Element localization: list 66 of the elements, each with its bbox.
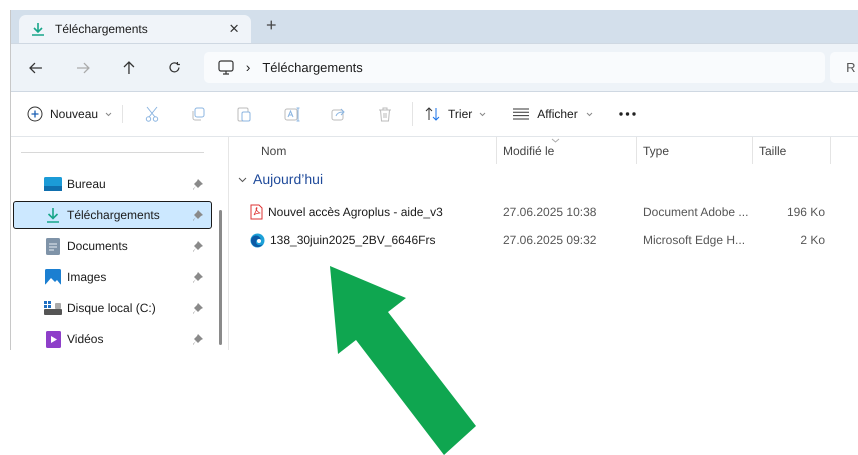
- copy-icon[interactable]: [191, 107, 206, 121]
- column-header[interactable]: Taille: [759, 142, 786, 160]
- file-size: 196 Ko: [786, 205, 825, 219]
- pin-icon[interactable]: [193, 210, 203, 220]
- refresh-icon[interactable]: [168, 61, 181, 74]
- sort-caret-icon: [551, 138, 560, 143]
- drive-icon: [44, 301, 62, 315]
- sidebar-item[interactable]: Vidéos: [13, 325, 212, 350]
- group-header[interactable]: Aujourd’hui: [238, 169, 858, 190]
- desktop-icon: [44, 177, 62, 191]
- new-button[interactable]: Nouveau: [27, 105, 124, 123]
- download-icon: [45, 207, 61, 223]
- sidebar-item[interactable]: Documents: [13, 232, 212, 260]
- sort-button[interactable]: Trier: [425, 105, 486, 123]
- caret-icon: [479, 112, 486, 116]
- file-type: Microsoft Edge H...: [643, 233, 746, 247]
- lines-icon: [513, 108, 530, 120]
- share-icon[interactable]: [331, 107, 346, 121]
- edge-logo-icon: [250, 232, 265, 248]
- image-icon: [45, 269, 61, 285]
- pin-icon[interactable]: [193, 240, 203, 252]
- column-header[interactable]: Type: [643, 142, 670, 160]
- document-icon: [46, 238, 60, 254]
- pin-icon[interactable]: [193, 178, 203, 190]
- new-tab-button[interactable]: +: [266, 12, 277, 39]
- file-size: 2 Ko: [800, 233, 825, 247]
- pin-icon[interactable]: [193, 302, 203, 314]
- sidebar-item[interactable]: Disque local (C:): [13, 294, 212, 322]
- chevron-icon: [238, 176, 247, 182]
- modified-date: 27.06.2025 09:32: [503, 233, 596, 247]
- file-name[interactable]: Nouvel accès Agroplus - aide_v3: [268, 203, 443, 221]
- up-icon[interactable]: [122, 60, 135, 74]
- search-field[interactable]: R: [830, 52, 858, 83]
- sidebar-item[interactable]: Téléchargements: [13, 201, 212, 229]
- trash-icon[interactable]: [378, 106, 392, 122]
- sidebar-item[interactable]: Images: [13, 263, 212, 291]
- forward-icon[interactable]: [76, 62, 90, 74]
- more-icon[interactable]: [618, 112, 636, 116]
- address-bar[interactable]: › Téléchargements: [204, 52, 826, 83]
- column-header[interactable]: Modifié le: [503, 142, 554, 160]
- monitor-icon: [218, 60, 234, 75]
- scissors-icon[interactable]: [145, 106, 160, 122]
- caret-icon: [586, 112, 593, 116]
- scrollbar[interactable]: [219, 210, 222, 345]
- file-name[interactable]: 138_30juin2025_2BV_6646Frs: [270, 231, 436, 249]
- clipboard-icon[interactable]: [237, 106, 252, 122]
- breadcrumb-separator: ›: [246, 58, 250, 77]
- column-header[interactable]: Nom: [261, 142, 286, 160]
- tab-title: Téléchargements: [55, 21, 149, 38]
- view-button[interactable]: Afficher: [513, 105, 593, 123]
- plus-circle-icon: [27, 106, 43, 122]
- video-icon: [46, 330, 60, 348]
- sort-arrows-icon: [425, 107, 442, 121]
- modified-date: 27.06.2025 10:38: [503, 205, 596, 219]
- pdf-file-icon: [250, 204, 263, 220]
- close-tab-button[interactable]: ×: [229, 16, 239, 42]
- back-icon[interactable]: [29, 62, 43, 74]
- browser-tab[interactable]: Téléchargements ×: [19, 15, 251, 43]
- caret-icon: [105, 112, 112, 116]
- breadcrumb-location[interactable]: Téléchargements: [262, 58, 363, 78]
- sidebar-item[interactable]: Bureau: [13, 170, 212, 198]
- file-type: Document Adobe ...: [643, 205, 748, 219]
- download-icon: [31, 22, 45, 36]
- pin-icon[interactable]: [193, 272, 203, 282]
- pin-icon[interactable]: [193, 334, 203, 344]
- rename-icon[interactable]: [284, 106, 302, 122]
